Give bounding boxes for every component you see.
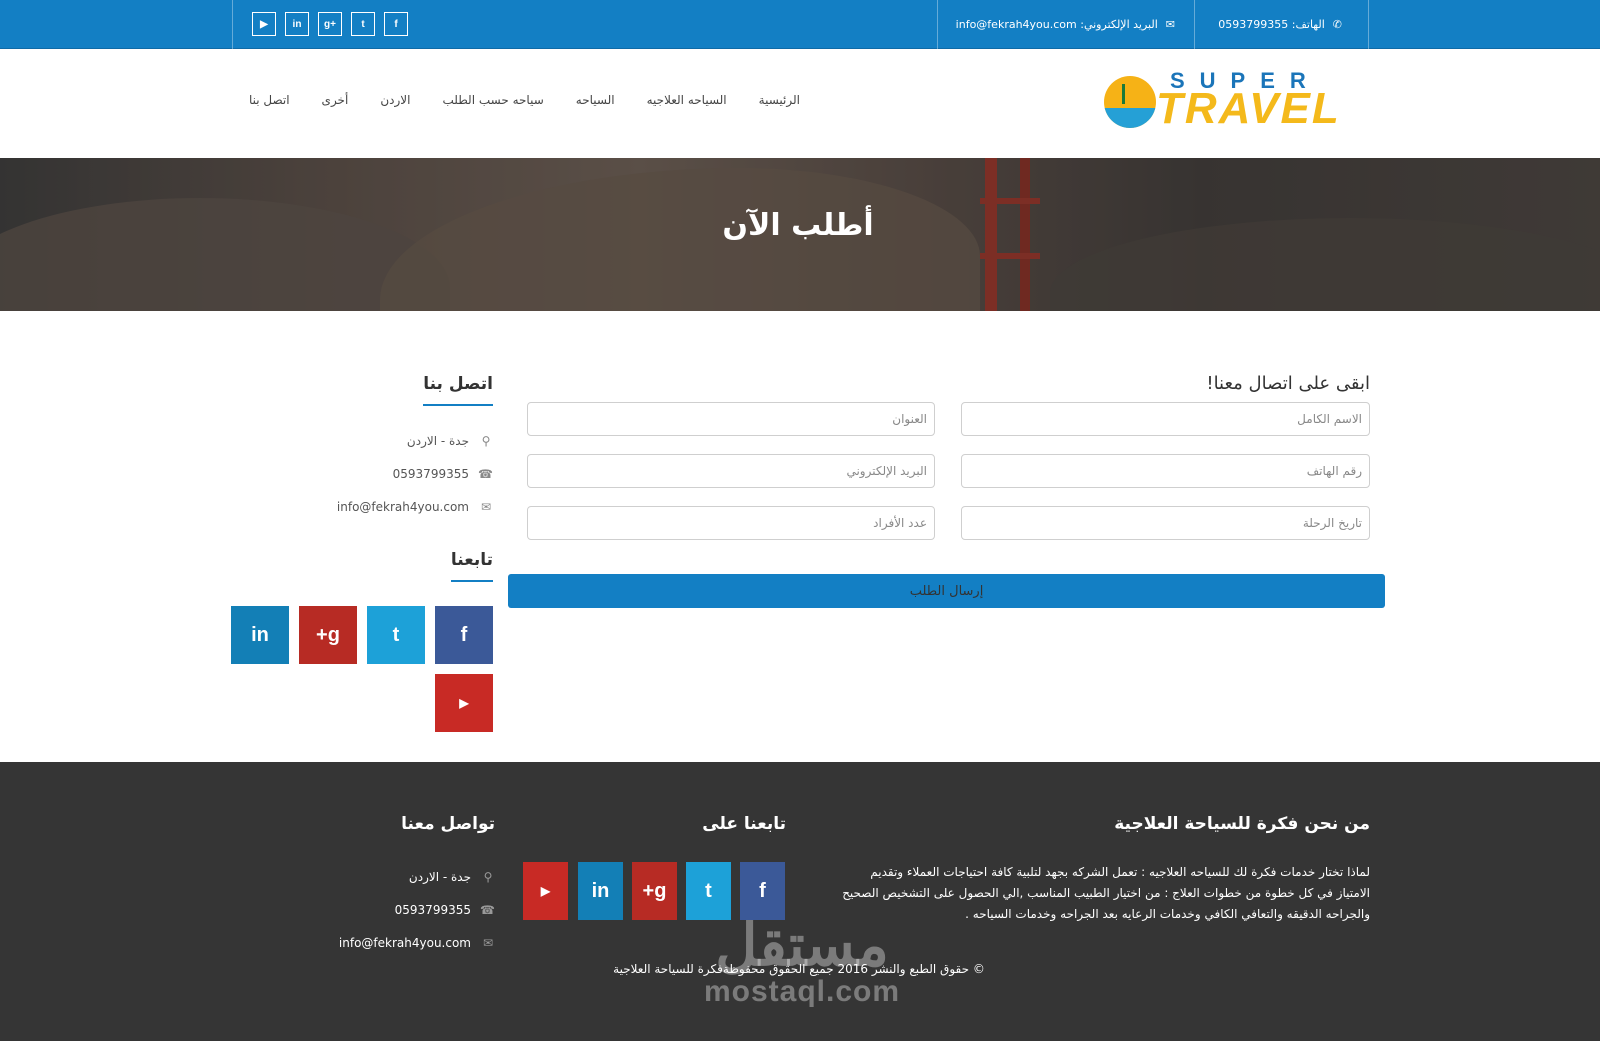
copyright: © حقوق الطبع والنشر 2016 جميع الحقوق محف… [0,962,1600,976]
email-placeholder: البريد الإلكتروني [846,464,927,478]
footer-location: ⚲ جدة - الاردن [409,870,495,884]
contact-location: ⚲ جدة - الاردن [407,434,493,448]
linkedin-icon[interactable]: in [578,862,623,920]
footer-follow-heading: تابعنا على [702,814,786,834]
page-banner: أطلب الآن [0,158,1600,311]
contact-phone[interactable]: ☎ 0593799355 [393,467,493,481]
trip-date-placeholder: تاريخ الرحلة [1302,516,1362,530]
top-email[interactable]: ✉ البريد الإلكتروني: info@fekrah4you.com [936,0,1175,49]
phone-icon: ✆ [1332,18,1342,31]
top-divider [1194,0,1195,49]
facebook-icon[interactable]: f [384,12,408,36]
nav-item-medical-tourism[interactable]: السياحه العلاجيه [647,93,727,107]
twitter-icon[interactable]: t [367,606,425,664]
youtube-icon[interactable]: ▶ [435,674,493,732]
top-phone[interactable]: ✆ الهاتف: 0593799355 [1198,0,1342,49]
people-count-field[interactable]: عدد الأفراد [527,506,935,540]
phone-icon: ☎ [480,903,495,917]
full-name-placeholder: الاسم الكامل [1297,412,1362,426]
nav-item-home[interactable]: الرئيسية [759,93,800,107]
page-title: أطلب الآن [0,208,1600,243]
envelope-icon: ✉ [482,936,494,950]
top-email-label: البريد الإلكتروني: info@fekrah4you.com [955,18,1158,31]
top-divider [1368,0,1369,49]
footer-about-heading: من نحن فكرة للسياحة العلاجية [1114,814,1370,834]
nav-item-other[interactable]: أخرى [322,93,349,107]
full-name-field[interactable]: الاسم الكامل [961,402,1370,436]
linkedin-icon[interactable]: in [285,12,309,36]
site-logo[interactable]: SUPER TRAVEL [1104,68,1370,133]
envelope-icon: ✉ [1165,18,1175,31]
nav-item-tourism[interactable]: السياحه [576,93,615,107]
nav-item-jordan[interactable]: الاردن [380,93,410,107]
twitter-icon[interactable]: t [351,12,375,36]
site-header: SUPER TRAVEL الرئيسية السياحه العلاجيه ا… [0,49,1600,158]
follow-heading: تابعنا [450,550,493,582]
linkedin-icon[interactable]: in [231,606,289,664]
footer-location-text: جدة - الاردن [408,870,471,884]
footer-connect-heading: تواصل معنا [401,814,495,834]
facebook-icon[interactable]: f [740,862,785,920]
palm-tree-icon [1122,84,1140,104]
youtube-icon[interactable]: ▶ [523,862,568,920]
logo-travel: TRAVEL [1156,84,1341,133]
contact-phone-text: 0593799355 [392,467,469,481]
map-pin-icon: ⚲ [481,434,491,448]
google-plus-icon[interactable]: g+ [299,606,357,664]
top-divider [937,0,938,49]
contact-email-text: info@fekrah4you.com [336,500,469,514]
twitter-icon[interactable]: t [686,862,731,920]
facebook-icon[interactable]: f [435,606,493,664]
footer-about-text: لماذا تختار خدمات فكرة لك للسياحه العلاج… [842,865,1370,921]
top-divider [232,0,233,49]
footer-phone[interactable]: ☎ 0593799355 [395,903,495,917]
form-title: ابقى على اتصال معنا! [1206,373,1370,394]
nav-item-contact[interactable]: اتصل بنا [249,93,290,107]
submit-button[interactable]: إرسال الطلب [508,574,1385,608]
address-placeholder: العنوان [892,412,927,426]
footer-email-text: info@fekrah4you.com [338,936,471,950]
main-nav: الرئيسية السياحه العلاجيه السياحه سياحه … [249,93,800,107]
copyright-text: © حقوق الطبع والنشر 2016 جميع الحقوق محف… [613,962,985,976]
people-count-placeholder: عدد الأفراد [873,516,927,530]
youtube-icon[interactable]: ▶ [252,12,276,36]
trip-date-field[interactable]: تاريخ الرحلة [961,506,1370,540]
top-phone-label: الهاتف: 0593799355 [1218,18,1325,31]
phone-icon: ☎ [478,467,493,481]
wave-icon [1104,108,1156,128]
top-social-links: ▶ in g+ t f [252,12,408,36]
address-field[interactable]: العنوان [527,402,935,436]
logo-sun-icon [1104,76,1156,128]
footer-email[interactable]: ✉ info@fekrah4you.com [339,936,495,950]
phone-placeholder: رقم الهاتف [1306,464,1362,478]
top-bar: ✆ الهاتف: 0593799355 ✉ البريد الإلكتروني… [0,0,1600,49]
email-field[interactable]: البريد الإلكتروني [527,454,935,488]
footer-phone-text: 0593799355 [394,903,471,917]
contact-heading: اتصل بنا [423,374,493,406]
watermark-english: mostaql.com [703,975,901,1008]
page-title-text: أطلب الآن [722,208,874,243]
site-footer: من نحن فكرة للسياحة العلاجية لماذا تختار… [0,762,1600,1041]
phone-field[interactable]: رقم الهاتف [961,454,1370,488]
contact-email[interactable]: ✉ info@fekrah4you.com [337,500,493,514]
contact-location-text: جدة - الاردن [406,434,469,448]
nav-item-custom-tourism[interactable]: سياحه حسب الطلب [442,93,543,107]
google-plus-icon[interactable]: g+ [318,12,342,36]
map-pin-icon: ⚲ [483,870,493,884]
google-plus-icon[interactable]: g+ [632,862,677,920]
envelope-icon: ✉ [480,500,492,514]
